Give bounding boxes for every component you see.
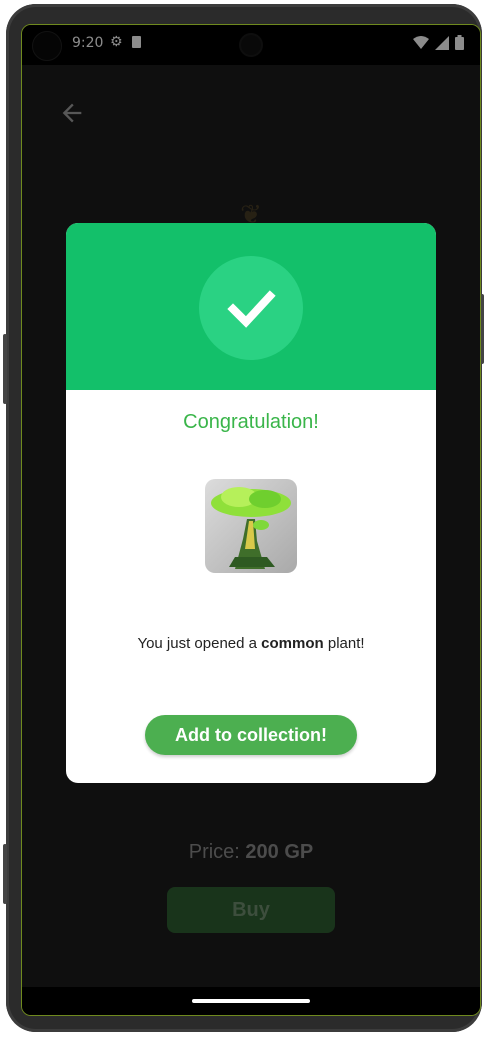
message-suffix: plant! (323, 635, 365, 652)
message-prefix: You just opened a (137, 635, 262, 652)
home-gesture-handle[interactable] (192, 999, 310, 1003)
navigation-bar (22, 987, 480, 1015)
volume-button (3, 334, 7, 404)
add-to-collection-button[interactable]: Add to collection! (145, 715, 357, 755)
dialog-message: You just opened a common plant! (66, 635, 436, 652)
side-button (3, 844, 7, 904)
congratulation-dialog: Congratulation! You just opened a common… (66, 223, 436, 783)
phone-frame: 9:20 ⚙ ❦ Price: 200 GP Buy Congratulatio… (3, 4, 484, 1032)
tree-icon (211, 487, 291, 569)
checkmark-circle (199, 256, 303, 360)
plant-image (205, 479, 297, 573)
checkmark-icon (227, 290, 276, 328)
message-rarity: common (261, 635, 324, 652)
dialog-title: Congratulation! (183, 411, 319, 433)
screen: 9:20 ⚙ ❦ Price: 200 GP Buy Congratulatio… (21, 24, 481, 1016)
dialog-header (66, 223, 436, 390)
